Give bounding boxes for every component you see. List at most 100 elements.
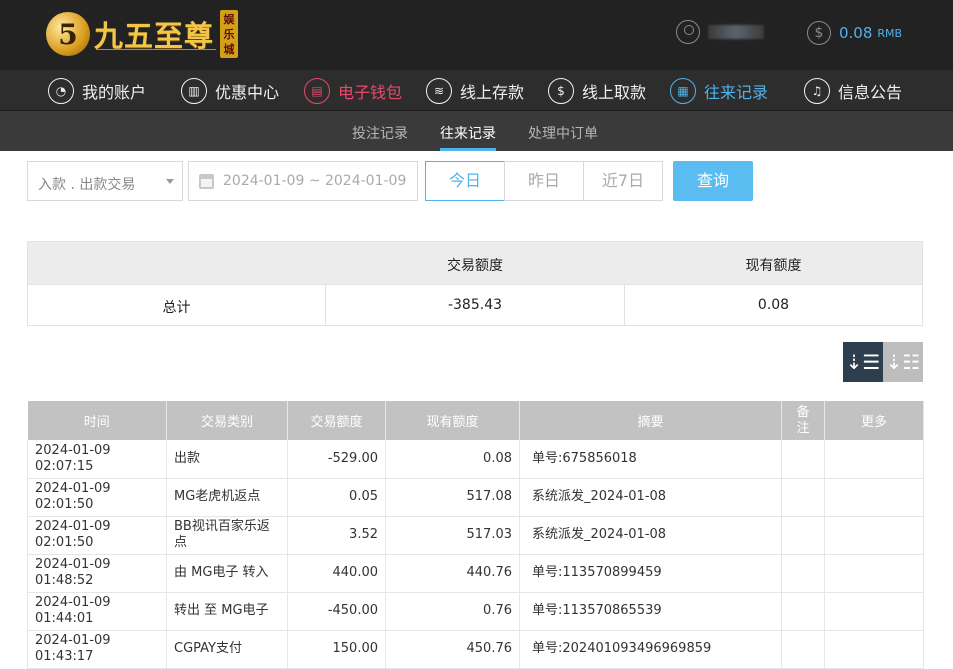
cell-summary: 单号:20240109349696985​9 (519, 630, 782, 669)
top-header: 5 九五至尊 娱乐城 $ 0.08 RMB (0, 0, 953, 70)
cell-time: 2024-01-09 02:01:50 (27, 478, 167, 517)
summary-header-amount: 交易额度 (447, 258, 503, 274)
bell-icon: ♫ (804, 78, 830, 104)
nav-online-deposit[interactable]: ≋ 线上存款 (426, 77, 524, 105)
deposit-icon: ≋ (426, 78, 452, 104)
cell-remark (781, 516, 825, 555)
logo-badge: 5 (46, 12, 90, 56)
table-row[interactable]: 2024-01-09 01:48:52 由 MG电子 转入 440.00 440.76… (27, 554, 924, 593)
summary-header-balance: 现有额度 (745, 258, 802, 274)
cell-summary: 单号:113570899459 (519, 554, 782, 593)
cell-balance: 0.76 (385, 592, 520, 631)
nav-label: 优惠中心 (215, 83, 280, 102)
cell-remark (781, 630, 825, 669)
nav-promotions[interactable]: ▥ 优惠中心 (181, 77, 279, 105)
cell-balance: 440.76 (385, 554, 520, 593)
col-time[interactable]: 时间 (27, 401, 167, 440)
col-type[interactable]: 交易类别 (166, 401, 288, 440)
table-header-row: 时间 交易类别 交易额度 现有额度 摘要 备注 更多 (27, 401, 924, 440)
date-range-value: 2024-01-09 ~ 2024-01-09 (223, 173, 407, 189)
caret-down-icon (166, 179, 174, 184)
tab-bet-records[interactable]: 投注记录 (352, 123, 408, 143)
cell-amount: 150.00 (287, 630, 386, 669)
col-more[interactable]: 更多 (824, 401, 924, 440)
cell-balance: 0.08 (385, 440, 520, 479)
tab-pending-orders[interactable]: 处理中订单 (528, 123, 598, 143)
col-remark[interactable]: 备注 (781, 401, 825, 440)
balance-display: $ 0.08 RMB (807, 21, 902, 45)
table-row[interactable]: 2024-01-09 02:01:50 BB视讯百家乐返点 3.52 517.03 系统… (27, 516, 924, 555)
sort-descending-button[interactable]: ⇣☰ (843, 342, 883, 382)
summary-total-label: 总计 (162, 300, 191, 316)
select-value: 入款 . 出款交易 (38, 177, 136, 193)
col-balance[interactable]: 现有额度 (385, 401, 520, 440)
cell-summary: 系统派发_2024-01-08 (519, 478, 782, 517)
calendar-icon (199, 174, 214, 189)
nav-transaction-records[interactable]: ▦ 往来记录 (670, 77, 768, 105)
cell-more (824, 592, 924, 631)
date-range-input[interactable]: 2024-01-09 ~ 2024-01-09 (188, 161, 418, 201)
divider (28, 284, 922, 285)
cell-time: 2024-01-09 01:43:17 (27, 630, 167, 669)
main-nav: ◔ 我的账户 ▥ 优惠中心 ▤ 电子钱包 ≋ 线上存款 $ 线上取款 ▦ 往来记… (0, 70, 953, 111)
nav-label: 线上存款 (460, 83, 525, 102)
nav-label: 线上取款 (582, 83, 647, 102)
sort-asc-icon: ⇣☷ (885, 350, 921, 374)
table-row[interactable]: 2024-01-09 01:43:17 CGPAY支付 150.00 450.76 单号… (27, 630, 924, 669)
cell-amount: 0.05 (287, 478, 386, 517)
balance-value: 0.08 (839, 24, 873, 42)
nav-label: 我的账户 (82, 83, 147, 102)
user-account[interactable] (676, 20, 764, 44)
cell-time: 2024-01-09 01:44:01 (27, 592, 167, 631)
tab-transaction-records[interactable]: 往来记录 (440, 123, 496, 143)
cell-more (824, 554, 924, 593)
cell-more (824, 440, 924, 479)
gift-icon: ▥ (181, 78, 207, 104)
summary-total-balance: 0.08 (757, 297, 790, 313)
logo-underline (96, 49, 216, 55)
records-table: 时间 交易类别 交易额度 现有额度 摘要 备注 更多 2024-01-09 02… (27, 401, 924, 669)
table-row[interactable]: 2024-01-09 02:01:50 MG老虎机返点 0.05 517.08 系统派发… (27, 478, 924, 517)
cell-more (824, 630, 924, 669)
cell-remark (781, 478, 825, 517)
cell-more (824, 516, 924, 555)
cell-type: BB视讯百家乐返点 (166, 516, 288, 555)
cell-more (824, 478, 924, 517)
col-summary[interactable]: 摘要 (519, 401, 782, 440)
nav-online-withdraw[interactable]: $ 线上取款 (548, 77, 646, 105)
yesterday-button[interactable]: 昨日 (504, 161, 584, 201)
user-icon (676, 20, 700, 44)
balance-currency: RMB (877, 26, 903, 40)
cell-type: 由 MG电子 转入 (166, 554, 288, 593)
table-row[interactable]: 2024-01-09 02:07:15 出款 -529.00 0.08 单号:67585… (27, 440, 924, 479)
table-row[interactable]: 2024-01-09 01:44:01 转出 至 MG电子 -450.00 0.76 单… (27, 592, 924, 631)
nav-announcements[interactable]: ♫ 信息公告 (804, 77, 902, 105)
nav-label: 电子钱包 (338, 83, 403, 102)
sort-ascending-button[interactable]: ⇣☷ (883, 342, 923, 382)
cell-type: 转出 至 MG电子 (166, 592, 288, 631)
wallet-icon: ▤ (304, 78, 330, 104)
cell-type: 出款 (166, 440, 288, 479)
today-button[interactable]: 今日 (425, 161, 505, 201)
cell-amount: 3.52 (287, 516, 386, 555)
dollar-coin-icon: $ (807, 21, 831, 45)
records-icon: ▦ (670, 78, 696, 104)
query-button[interactable]: 查询 (673, 161, 753, 201)
sort-desc-icon: ⇣☰ (845, 350, 881, 374)
col-amount[interactable]: 交易额度 (287, 401, 386, 440)
sub-nav: 投注记录 往来记录 处理中订单 (0, 111, 953, 151)
cell-time: 2024-01-09 02:01:50 (27, 516, 167, 555)
summary-table: 交易额度 现有额度 总计 -385.43 0.08 (27, 241, 923, 326)
cell-amount: 440.00 (287, 554, 386, 593)
cell-remark (781, 440, 825, 479)
nav-label: 信息公告 (838, 83, 903, 102)
nav-my-account[interactable]: ◔ 我的账户 (48, 77, 146, 105)
cell-time: 2024-01-09 01:48:52 (27, 554, 167, 593)
cell-amount: -450.00 (287, 592, 386, 631)
logo-side-text: 娱乐城 (220, 10, 239, 58)
cell-summary: 单号:113570865539 (519, 592, 782, 631)
transaction-type-select[interactable]: 入款 . 出款交易 (27, 161, 183, 201)
cell-remark (781, 592, 825, 631)
nav-e-wallet[interactable]: ▤ 电子钱包 (304, 77, 402, 105)
last-7-days-button[interactable]: 近7日 (583, 161, 663, 201)
